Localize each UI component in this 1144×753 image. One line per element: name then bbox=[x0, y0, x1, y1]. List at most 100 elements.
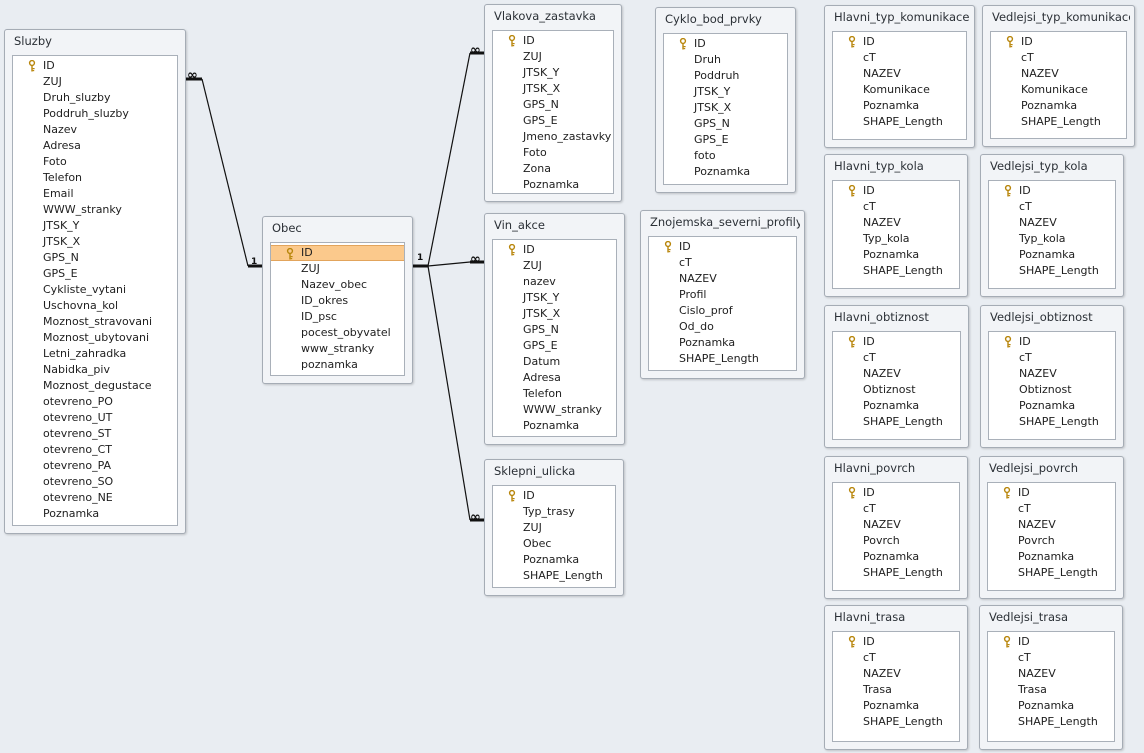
field-row[interactable]: Adresa bbox=[493, 370, 616, 386]
field-list[interactable]: ID ZUJ nazev JTSK_Y JTSK_X GPS_N GPS_E Datum Adr… bbox=[492, 239, 617, 437]
field-row[interactable]: otevreno_NE bbox=[13, 490, 177, 506]
field-row[interactable]: foto bbox=[664, 148, 787, 164]
field-row[interactable]: Poznamka bbox=[13, 506, 177, 522]
field-row[interactable]: Poznamka bbox=[493, 418, 616, 434]
table-title[interactable]: Cyklo_bod_prvky bbox=[665, 12, 791, 26]
field-row[interactable]: Zona bbox=[493, 161, 613, 177]
field-row[interactable]: cT bbox=[989, 199, 1115, 215]
field-row[interactable]: Poznamka bbox=[833, 698, 959, 714]
field-row[interactable]: GPS_N bbox=[493, 322, 616, 338]
field-row[interactable]: Telefon bbox=[493, 386, 616, 402]
field-row[interactable]: Poznamka bbox=[833, 549, 959, 565]
field-list[interactable]: ID cT NAZEV Trasa Poznamka SHAPE_Length bbox=[832, 631, 960, 742]
primary-key-field[interactable]: ID bbox=[493, 242, 616, 258]
table-hlavni-trasa[interactable]: Hlavni_trasa ID cT NAZEV Trasa Poznamka SHAPE_… bbox=[824, 605, 968, 750]
table-sluzby[interactable]: Sluzby ID ZUJ Druh_sluzby Poddruh_sluzby Naze… bbox=[4, 29, 186, 534]
field-list[interactable]: ID ZUJ Druh_sluzby Poddruh_sluzby Nazev Adres… bbox=[12, 55, 178, 526]
primary-key-field[interactable]: ID bbox=[989, 183, 1115, 199]
table-title[interactable]: Sluzby bbox=[14, 34, 181, 48]
primary-key-field[interactable]: ID bbox=[493, 488, 615, 504]
field-row[interactable]: Nabidka_piv bbox=[13, 362, 177, 378]
field-row[interactable]: Foto bbox=[13, 154, 177, 170]
field-row[interactable]: GPS_E bbox=[493, 113, 613, 129]
field-row[interactable]: Obec bbox=[493, 536, 615, 552]
field-row[interactable]: ZUJ bbox=[271, 261, 404, 277]
primary-key-field[interactable]: ID bbox=[833, 334, 960, 350]
field-list[interactable]: ID cT NAZEV Trasa Poznamka SHAPE_Length bbox=[987, 631, 1115, 742]
field-row[interactable]: NAZEV bbox=[989, 215, 1115, 231]
table-vedlejsi-povrch[interactable]: Vedlejsi_povrch ID cT NAZEV Povrch Poznamka SH… bbox=[979, 456, 1124, 599]
field-list[interactable]: ID cT NAZEV Obtiznost Poznamka SHAPE_Length bbox=[988, 331, 1116, 440]
field-row[interactable]: Moznost_ubytovani bbox=[13, 330, 177, 346]
table-znojemska-severni-profily[interactable]: Znojemska_severni_profily ID cT NAZEV Profil… bbox=[640, 210, 805, 379]
field-row[interactable]: Poddruh bbox=[664, 68, 787, 84]
field-row[interactable]: SHAPE_Length bbox=[988, 565, 1115, 581]
field-row[interactable]: cT bbox=[991, 50, 1126, 66]
field-row[interactable]: Poznamka bbox=[988, 549, 1115, 565]
field-row[interactable]: otevreno_UT bbox=[13, 410, 177, 426]
table-vedlejsi-trasa[interactable]: Vedlejsi_trasa ID cT NAZEV Trasa Poznamka SHAP… bbox=[979, 605, 1123, 750]
field-row[interactable]: Poznamka bbox=[493, 177, 613, 193]
field-row[interactable]: SHAPE_Length bbox=[649, 351, 796, 367]
table-hlavni-povrch[interactable]: Hlavni_povrch ID cT NAZEV Povrch Poznamka SHAP… bbox=[824, 456, 968, 599]
field-row[interactable]: Povrch bbox=[988, 533, 1115, 549]
field-row[interactable]: NAZEV bbox=[833, 215, 959, 231]
field-row[interactable]: ZUJ bbox=[13, 74, 177, 90]
field-row[interactable]: SHAPE_Length bbox=[989, 414, 1115, 430]
table-title[interactable]: Hlavni_typ_komunikace bbox=[834, 10, 970, 24]
table-obec[interactable]: Obec ID ZUJ Nazev_obec ID_okres ID_psc pocest_… bbox=[262, 216, 413, 384]
field-row[interactable]: ZUJ bbox=[493, 520, 615, 536]
field-row[interactable]: cT bbox=[833, 650, 959, 666]
table-title[interactable]: Vedlejsi_typ_komunikace bbox=[992, 10, 1130, 24]
relationship-line[interactable] bbox=[201, 78, 249, 267]
primary-key-field[interactable]: ID bbox=[833, 485, 959, 501]
field-row[interactable]: JTSK_Y bbox=[664, 84, 787, 100]
field-row[interactable]: GPS_E bbox=[493, 338, 616, 354]
field-list[interactable]: ID cT NAZEV Komunikace Poznamka SHAPE_Length bbox=[990, 31, 1127, 139]
field-row[interactable]: JTSK_X bbox=[664, 100, 787, 116]
primary-key-field[interactable]: ID bbox=[988, 485, 1115, 501]
field-row[interactable]: Poznamka bbox=[664, 164, 787, 180]
field-row[interactable]: Nazev_obec bbox=[271, 277, 404, 293]
field-row[interactable]: cT bbox=[833, 50, 966, 66]
field-row[interactable]: JTSK_Y bbox=[493, 65, 613, 81]
table-title[interactable]: Sklepni_ulicka bbox=[494, 464, 619, 478]
field-row[interactable]: SHAPE_Length bbox=[833, 565, 959, 581]
field-row[interactable]: SHAPE_Length bbox=[988, 714, 1114, 730]
field-row[interactable]: GPS_E bbox=[664, 132, 787, 148]
field-row[interactable]: poznamka bbox=[271, 357, 404, 373]
relationship-line[interactable] bbox=[427, 261, 471, 267]
field-list[interactable]: ID cT NAZEV Typ_kola Poznamka SHAPE_Length bbox=[832, 180, 960, 289]
field-list[interactable]: ID Typ_trasy ZUJ Obec Poznamka SHAPE_Length bbox=[492, 485, 616, 588]
field-row[interactable]: ID_psc bbox=[271, 309, 404, 325]
field-row[interactable]: Obtiznost bbox=[833, 382, 960, 398]
field-row[interactable]: Komunikace bbox=[833, 82, 966, 98]
field-row[interactable]: NAZEV bbox=[988, 666, 1114, 682]
table-hlavni-obtiznost[interactable]: Hlavni_obtiznost ID cT NAZEV Obtiznost Poznam… bbox=[824, 305, 969, 448]
field-row[interactable]: ID_okres bbox=[271, 293, 404, 309]
field-row[interactable]: cT bbox=[833, 199, 959, 215]
primary-key-field[interactable]: ID bbox=[649, 239, 796, 255]
table-title[interactable]: Vedlejsi_typ_kola bbox=[990, 159, 1119, 173]
field-row[interactable]: JTSK_X bbox=[493, 306, 616, 322]
field-row[interactable]: www_stranky bbox=[271, 341, 404, 357]
field-row[interactable]: Poznamka bbox=[989, 247, 1115, 263]
field-row[interactable]: cT bbox=[988, 650, 1114, 666]
field-row[interactable]: SHAPE_Length bbox=[833, 263, 959, 279]
field-row[interactable]: Poznamka bbox=[991, 98, 1126, 114]
field-row[interactable]: Trasa bbox=[833, 682, 959, 698]
field-row[interactable]: Typ_trasy bbox=[493, 504, 615, 520]
field-row[interactable]: cT bbox=[649, 255, 796, 271]
field-row[interactable]: Poznamka bbox=[649, 335, 796, 351]
field-row[interactable]: NAZEV bbox=[649, 271, 796, 287]
field-row[interactable]: Poznamka bbox=[493, 552, 615, 568]
field-row[interactable]: SHAPE_Length bbox=[991, 114, 1126, 130]
field-list[interactable]: ID cT NAZEV Komunikace Poznamka SHAPE_Length bbox=[832, 31, 967, 140]
table-title[interactable]: Vedlejsi_obtiznost bbox=[990, 310, 1119, 324]
primary-key-field[interactable]: ID bbox=[493, 33, 613, 49]
field-list[interactable]: ID ZUJ Nazev_obec ID_okres ID_psc pocest_obyv… bbox=[270, 242, 405, 376]
field-row[interactable]: GPS_N bbox=[493, 97, 613, 113]
field-row[interactable]: otevreno_PA bbox=[13, 458, 177, 474]
field-row[interactable]: Uschovna_kol bbox=[13, 298, 177, 314]
table-vlakova-zastavka[interactable]: Vlakova_zastavka ID ZUJ JTSK_Y JTSK_X GPS_N GP… bbox=[484, 4, 622, 202]
